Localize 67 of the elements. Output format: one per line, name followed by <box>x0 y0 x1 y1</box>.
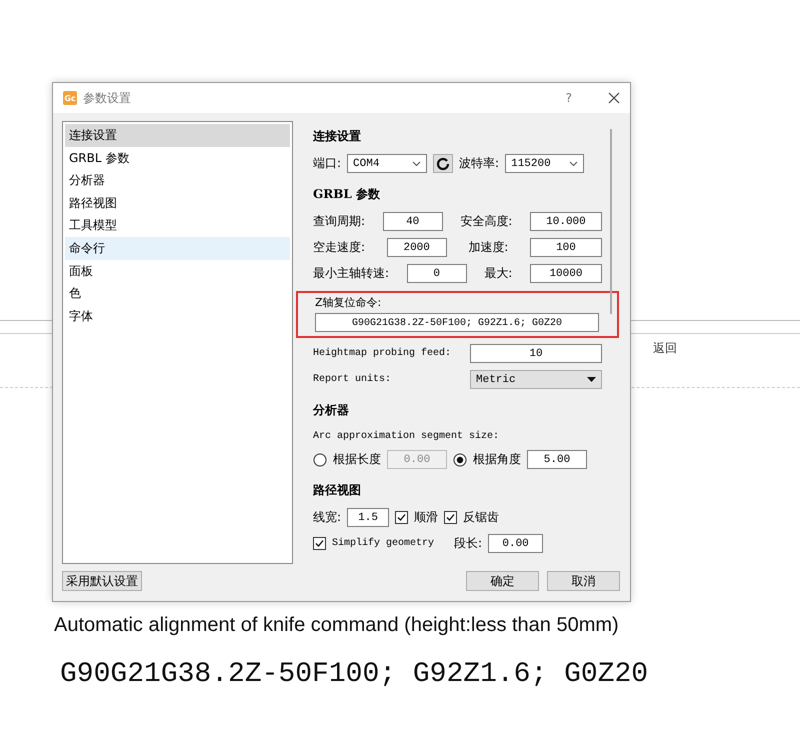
input-field[interactable]: 1.5 <box>347 508 390 527</box>
settings-list-item[interactable]: 面板 <box>65 260 290 282</box>
input-field[interactable]: 100 <box>530 238 602 257</box>
help-button[interactable]: ? <box>566 91 572 105</box>
section-heading: 分析器 <box>313 402 350 419</box>
checkbox-label: Simplify geometry <box>332 538 434 549</box>
field-label: 端口: <box>313 155 342 172</box>
restore-defaults-button[interactable]: 采用默认设置 <box>62 571 142 591</box>
field-label: 查询周期: <box>313 213 366 230</box>
field-label: 波特率: <box>459 155 500 172</box>
settings-list-item[interactable]: 字体 <box>65 304 290 328</box>
field-label: Heightmap probing feed: <box>313 348 452 359</box>
input-field[interactable]: 0 <box>406 264 467 283</box>
settings-list-item[interactable]: 色 <box>65 282 290 305</box>
checkbox[interactable] <box>395 511 408 524</box>
baud-rate-dropdown[interactable]: 115200 <box>505 154 584 173</box>
field-label: Report units: <box>313 374 392 385</box>
input-field[interactable]: 0.00 <box>488 534 544 553</box>
settings-list-item[interactable]: 连接设置 <box>65 124 290 147</box>
refresh-icon <box>436 156 450 170</box>
checkbox[interactable] <box>444 511 458 524</box>
checkbox[interactable] <box>313 537 326 550</box>
cancel-button[interactable]: 取消 <box>547 571 620 591</box>
command-text: G90G21G38.2Z-50F100; G92Z1.6; G0Z20 <box>60 659 650 690</box>
app-icon: Gc <box>63 91 77 105</box>
caption-text: Automatic alignment of knife command (height:less than 50mm) <box>54 614 620 637</box>
checkbox-label: 反锯齿 <box>463 509 500 526</box>
scrollbar[interactable] <box>610 129 612 314</box>
settings-list-item[interactable]: 命令行 <box>65 236 290 260</box>
settings-list-item[interactable]: GRBL 参数 <box>65 146 290 170</box>
chevron-icon <box>412 160 422 166</box>
radio-label: 根据长度 <box>333 451 381 468</box>
input-field[interactable]: 2000 <box>386 238 447 257</box>
field-label: Arc approximation segment size: <box>313 431 500 442</box>
section-heading: GRBL 参数 <box>313 186 381 203</box>
field-label: 空走速度: <box>313 239 366 256</box>
window-title: 参数设置 <box>83 90 132 106</box>
checkbox-label: 顺滑 <box>414 509 438 526</box>
port-dropdown[interactable]: COM4 <box>347 154 428 173</box>
settings-list-item[interactable]: 路径视图 <box>65 192 290 214</box>
input-field[interactable]: 10.000 <box>530 212 602 231</box>
field-label: 安全高度: <box>460 213 512 230</box>
units-dropdown[interactable]: Metric <box>470 370 602 389</box>
field-label: 最大: <box>484 265 512 282</box>
input-field[interactable]: 40 <box>382 212 443 231</box>
chevron-icon <box>569 160 578 166</box>
refresh-button[interactable] <box>433 154 454 173</box>
section-heading: 连接设置 <box>313 128 362 145</box>
settings-list-item[interactable]: 分析器 <box>65 169 290 192</box>
field-label: 线宽: <box>313 509 342 526</box>
radio-label: 根据角度 <box>473 451 521 468</box>
field-label: Z轴复位命令: <box>315 295 382 310</box>
input-field[interactable]: 10000 <box>530 264 602 283</box>
settings-list-item[interactable]: 工具模型 <box>65 214 290 237</box>
back-link[interactable]: 返回 <box>653 340 677 357</box>
field-label: 加速度: <box>468 239 508 256</box>
input-field[interactable]: 5.00 <box>527 450 587 469</box>
dropdown-arrow-icon <box>587 376 596 382</box>
field-label: 段长: <box>454 535 482 552</box>
close-icon[interactable] <box>608 92 620 104</box>
radio-button[interactable] <box>453 452 467 466</box>
z-reset-command-field[interactable]: G90G21G38.2Z-50F100; G92Z1.6; G0Z20 <box>315 313 599 332</box>
field-label: 最小主轴转速: <box>313 265 390 282</box>
input-field[interactable]: 10 <box>470 344 602 363</box>
section-heading: 路径视图 <box>313 482 362 499</box>
ok-button[interactable]: 确定 <box>466 571 539 591</box>
radio-button[interactable] <box>313 452 327 466</box>
